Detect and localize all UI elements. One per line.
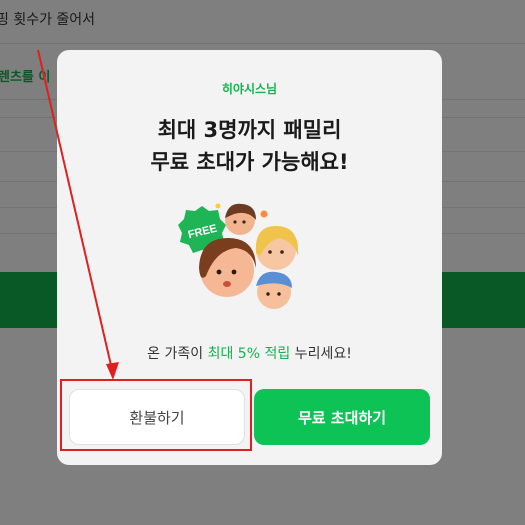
woman-face-icon (255, 226, 299, 270)
benefit-description-text: 온 가족이 (147, 346, 208, 362)
child-face-icon (225, 203, 256, 235)
boy-face-icon (256, 271, 292, 309)
family-illustration: FREE (178, 203, 299, 309)
annotation-highlight-box (60, 379, 252, 451)
modal-title-line: 최대 3명까지 패밀리 (157, 118, 342, 142)
free-invite-button[interactable]: 무료 초대하기 (254, 389, 430, 445)
benefit-highlight: 최대 5% 적립 (207, 346, 291, 362)
benefit-description: 온 가족이 최대 5% 적립 누리세요! (57, 343, 442, 363)
benefit-description-text: 누리세요! (290, 346, 352, 362)
mother-face-icon (199, 238, 256, 297)
modal-title-line: 무료 초대가 가능해요! (150, 150, 349, 174)
modal-title: 최대 3명까지 패밀리 무료 초대가 가능해요! (57, 114, 442, 178)
user-greeting: 히야시스님 (221, 82, 278, 96)
